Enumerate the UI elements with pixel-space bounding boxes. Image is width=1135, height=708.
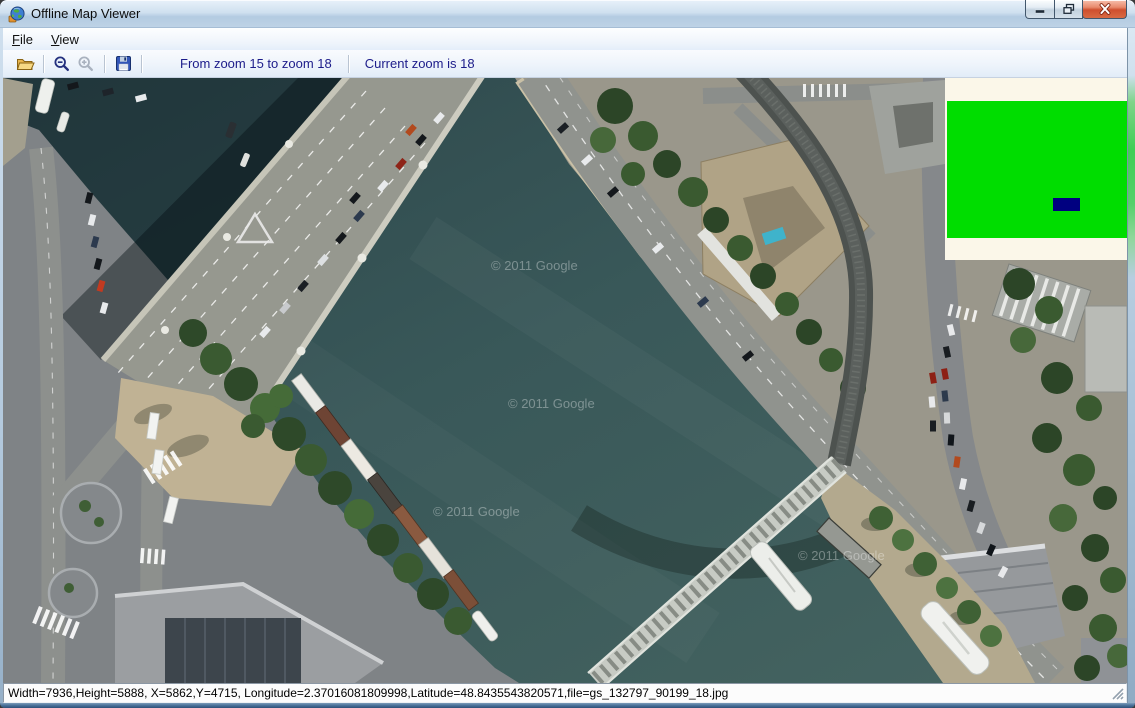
map-watermark: © 2011 Google — [508, 396, 595, 411]
toolbar-separator — [104, 55, 105, 73]
window-border-right[interactable] — [1127, 28, 1135, 703]
toolbar-separator — [43, 55, 44, 73]
app-icon — [8, 6, 25, 23]
save-icon — [115, 55, 132, 72]
window-border-left[interactable] — [0, 28, 3, 703]
map-watermark: © 2011 Google — [491, 258, 578, 273]
minimap-viewport-rect — [1053, 198, 1080, 211]
map-watermark: © 2011 Google — [433, 504, 520, 519]
restore-icon — [1063, 4, 1075, 15]
menu-view[interactable]: View — [42, 30, 88, 48]
status-text: Width=7936,Height=5888, X=5862,Y=4715, L… — [8, 686, 728, 700]
window-border-bottom[interactable] — [0, 703, 1135, 708]
close-icon — [1097, 3, 1113, 15]
save-button[interactable] — [111, 53, 135, 75]
map-viewport[interactable]: © 2011 Google © 2011 Google © 2011 Googl… — [3, 78, 1127, 683]
zoom-range-label: From zoom 15 to zoom 18 — [170, 56, 342, 71]
app-window: Offline Map Viewer File — [0, 0, 1135, 708]
menu-view-rest: iew — [59, 32, 79, 47]
current-zoom-label: Current zoom is 18 — [355, 56, 485, 71]
menu-bar: File View — [3, 28, 1127, 50]
toolbar-separator — [141, 55, 142, 73]
map-watermark: © 2011 Google — [798, 548, 885, 563]
restore-button[interactable] — [1054, 0, 1083, 19]
close-button[interactable] — [1082, 0, 1127, 19]
folder-open-icon — [16, 56, 35, 72]
menu-file-accel: F — [12, 32, 20, 47]
resize-grip-icon[interactable] — [1111, 687, 1124, 700]
status-bar: Width=7936,Height=5888, X=5862,Y=4715, L… — [3, 683, 1127, 703]
minimap-extent-area — [947, 101, 1127, 238]
title-bar[interactable]: Offline Map Viewer — [0, 0, 1135, 28]
zoom-out-button[interactable] — [50, 53, 74, 75]
overview-minimap[interactable] — [945, 78, 1127, 260]
minimize-button[interactable] — [1025, 0, 1055, 19]
toolbar-separator — [348, 55, 349, 73]
toolbar: From zoom 15 to zoom 18 Current zoom is … — [3, 50, 1127, 78]
zoom-in-button[interactable] — [74, 53, 98, 75]
menu-file[interactable]: File — [3, 30, 42, 48]
window-controls — [1026, 0, 1127, 20]
window-title: Offline Map Viewer — [31, 0, 140, 28]
zoom-in-icon — [77, 55, 95, 73]
minimize-icon — [1035, 5, 1046, 14]
zoom-out-icon — [53, 55, 71, 73]
menu-file-rest: ile — [20, 32, 33, 47]
open-file-button[interactable] — [13, 53, 37, 75]
